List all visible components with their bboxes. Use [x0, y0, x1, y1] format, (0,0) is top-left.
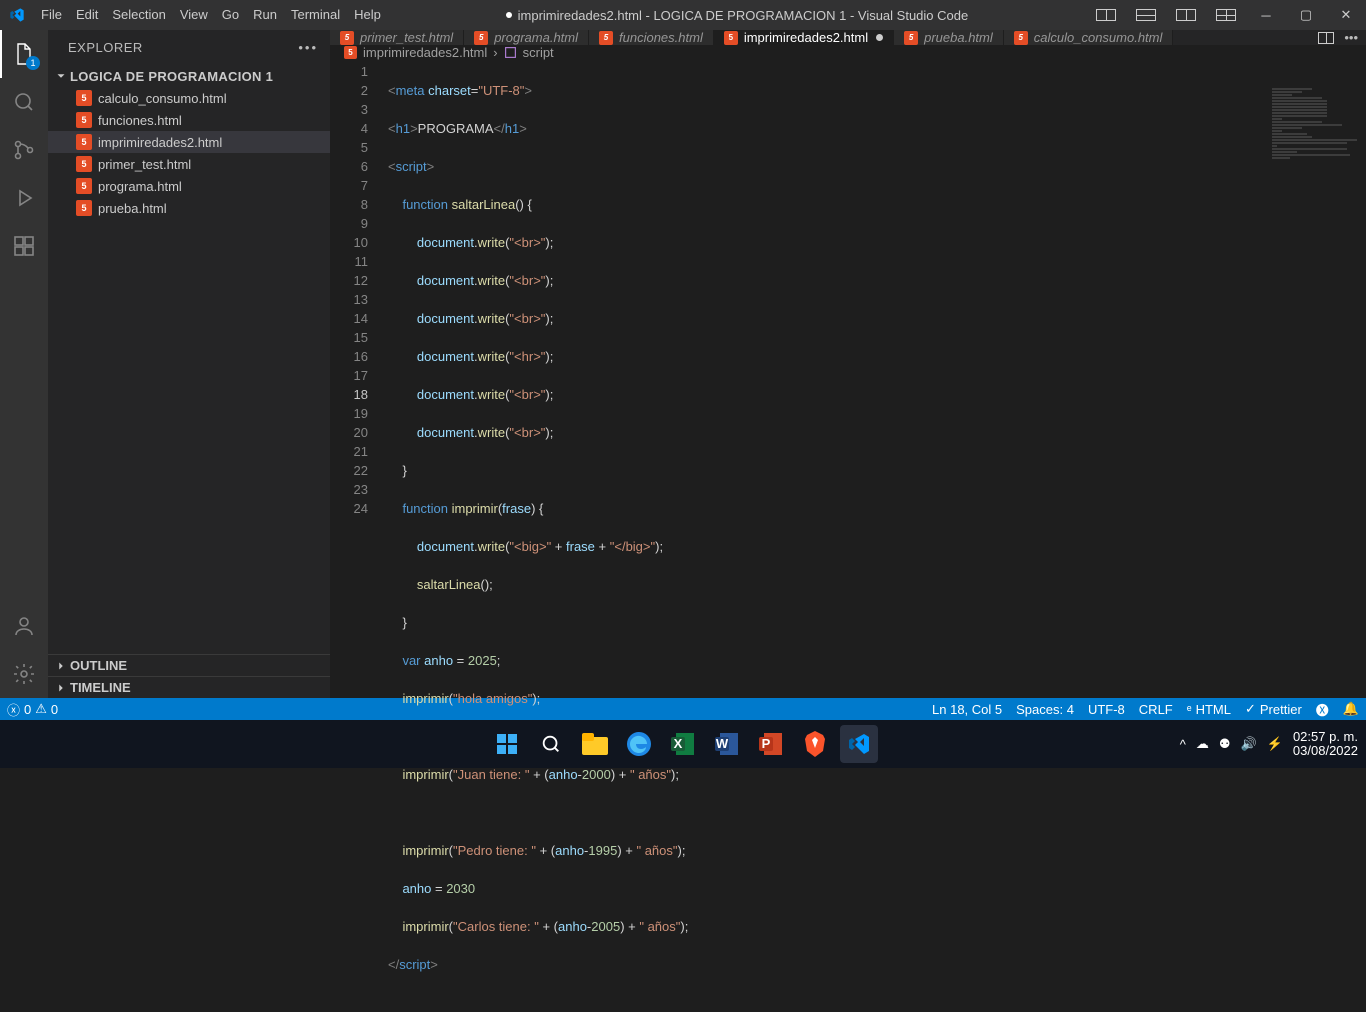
- taskbar-battery-icon[interactable]: ⚡: [1267, 736, 1283, 752]
- code-content[interactable]: <meta charset="UTF-8"> <h1>PROGRAMA</h1>…: [386, 60, 1366, 1012]
- taskbar-excel-icon[interactable]: X: [664, 725, 702, 763]
- window-maximize-button[interactable]: ▢: [1286, 0, 1326, 30]
- svg-text:P: P: [762, 736, 771, 751]
- layout-left-icon[interactable]: [1086, 0, 1126, 30]
- more-icon[interactable]: •••: [1344, 30, 1358, 45]
- html-icon: 5: [76, 90, 92, 106]
- window-title: imprimiredades2.html - LOGICA DE PROGRAM…: [388, 8, 1086, 23]
- html-icon: 5: [76, 200, 92, 216]
- taskbar-vscode-icon[interactable]: [840, 725, 878, 763]
- html-icon: 5: [1014, 31, 1028, 45]
- file-calculo-consumo[interactable]: 5calculo_consumo.html: [48, 87, 330, 109]
- tab-imprimiredades2[interactable]: 5imprimiredades2.html: [714, 30, 894, 45]
- html-icon: 5: [904, 31, 918, 45]
- menu-file[interactable]: File: [34, 0, 69, 30]
- html-icon: 5: [340, 31, 354, 45]
- taskbar-onedrive-icon[interactable]: ☁: [1196, 736, 1209, 752]
- window-close-button[interactable]: ✕: [1326, 0, 1366, 30]
- chevron-right-icon: [54, 681, 68, 695]
- menu-help[interactable]: Help: [347, 0, 388, 30]
- folder-root[interactable]: LOGICA DE PROGRAMACION 1: [48, 65, 330, 87]
- activity-account[interactable]: [0, 602, 48, 650]
- activity-run-debug[interactable]: [0, 174, 48, 222]
- tab-calculo-consumo[interactable]: 5calculo_consumo.html: [1004, 30, 1174, 45]
- layout-right-icon[interactable]: [1166, 0, 1206, 30]
- file-imprimiredades2[interactable]: 5imprimiredades2.html: [48, 131, 330, 153]
- taskbar-explorer-icon[interactable]: [576, 725, 614, 763]
- status-errors[interactable]: ⓧ 0 ⚠ 0: [0, 698, 65, 720]
- chevron-right-icon: [54, 659, 68, 673]
- explorer-sidebar: EXPLORER ••• LOGICA DE PROGRAMACION 1 5c…: [48, 30, 330, 698]
- layout-bottom-icon[interactable]: [1126, 0, 1166, 30]
- vscode-logo-icon: [0, 7, 34, 23]
- breadcrumb[interactable]: 5 imprimiredades2.html › script: [330, 45, 1366, 60]
- chevron-down-icon: [54, 69, 68, 83]
- outline-section[interactable]: OUTLINE: [48, 654, 330, 676]
- taskbar-wifi-icon[interactable]: ⚉: [1219, 736, 1231, 752]
- menu-view[interactable]: View: [173, 0, 215, 30]
- taskbar-brave-icon[interactable]: [796, 725, 834, 763]
- menu-edit[interactable]: Edit: [69, 0, 105, 30]
- taskbar-clock[interactable]: 02:57 p. m. 03/08/2022: [1293, 730, 1358, 758]
- more-icon[interactable]: •••: [298, 40, 318, 55]
- html-icon: 5: [344, 46, 357, 59]
- html-icon: 5: [474, 31, 488, 45]
- symbol-icon: [504, 46, 517, 59]
- window-minimize-button[interactable]: ─: [1246, 0, 1286, 30]
- line-gutter: 123456789101112131415161718192021222324: [330, 60, 386, 1012]
- title-bar: File Edit Selection View Go Run Terminal…: [0, 0, 1366, 30]
- menu-bar: File Edit Selection View Go Run Terminal…: [34, 0, 388, 30]
- tab-bar: 5primer_test.html 5programa.html 5funcio…: [330, 30, 1366, 45]
- tab-prueba[interactable]: 5prueba.html: [894, 30, 1004, 45]
- file-funciones[interactable]: 5funciones.html: [48, 109, 330, 131]
- html-icon: 5: [76, 178, 92, 194]
- taskbar-edge-icon[interactable]: [620, 725, 658, 763]
- layout-grid-icon[interactable]: [1206, 0, 1246, 30]
- explorer-badge: 1: [26, 56, 40, 70]
- taskbar-chevron-up-icon[interactable]: ^: [1180, 737, 1186, 752]
- minimap[interactable]: [1266, 87, 1366, 698]
- split-editor-icon[interactable]: [1318, 32, 1334, 44]
- editor-area: 5primer_test.html 5programa.html 5funcio…: [330, 30, 1366, 698]
- file-prueba[interactable]: 5prueba.html: [48, 197, 330, 219]
- file-primer-test[interactable]: 5primer_test.html: [48, 153, 330, 175]
- tab-programa[interactable]: 5programa.html: [464, 30, 589, 45]
- windows-taskbar: X W P ^ ☁ ⚉ 🔊 ⚡ 02:57 p. m. 03/08/2022: [0, 720, 1366, 768]
- activity-extensions[interactable]: [0, 222, 48, 270]
- taskbar-sound-icon[interactable]: 🔊: [1241, 736, 1257, 752]
- timeline-section[interactable]: TIMELINE: [48, 676, 330, 698]
- activity-explorer[interactable]: 1: [0, 30, 48, 78]
- menu-selection[interactable]: Selection: [105, 0, 172, 30]
- html-icon: 5: [76, 112, 92, 128]
- code-editor[interactable]: 123456789101112131415161718192021222324 …: [330, 60, 1366, 1012]
- sidebar-title: EXPLORER •••: [48, 30, 330, 65]
- activity-settings[interactable]: [0, 650, 48, 698]
- taskbar-word-icon[interactable]: W: [708, 725, 746, 763]
- dirty-dot-icon: [506, 12, 512, 18]
- html-icon: 5: [724, 31, 738, 45]
- taskbar-powerpoint-icon[interactable]: P: [752, 725, 790, 763]
- svg-text:W: W: [716, 736, 729, 751]
- taskbar-search-icon[interactable]: [532, 725, 570, 763]
- activity-scm[interactable]: [0, 126, 48, 174]
- html-icon: 5: [599, 31, 613, 45]
- html-icon: 5: [76, 134, 92, 150]
- activity-search[interactable]: [0, 78, 48, 126]
- menu-run[interactable]: Run: [246, 0, 284, 30]
- menu-terminal[interactable]: Terminal: [284, 0, 347, 30]
- html-icon: 5: [76, 156, 92, 172]
- dirty-dot-icon: [876, 34, 883, 41]
- svg-text:X: X: [674, 736, 683, 751]
- tab-funciones[interactable]: 5funciones.html: [589, 30, 714, 45]
- menu-go[interactable]: Go: [215, 0, 246, 30]
- activity-bar: 1: [0, 30, 48, 698]
- tab-primer-test[interactable]: 5primer_test.html: [330, 30, 464, 45]
- taskbar-start-icon[interactable]: [488, 725, 526, 763]
- file-programa[interactable]: 5programa.html: [48, 175, 330, 197]
